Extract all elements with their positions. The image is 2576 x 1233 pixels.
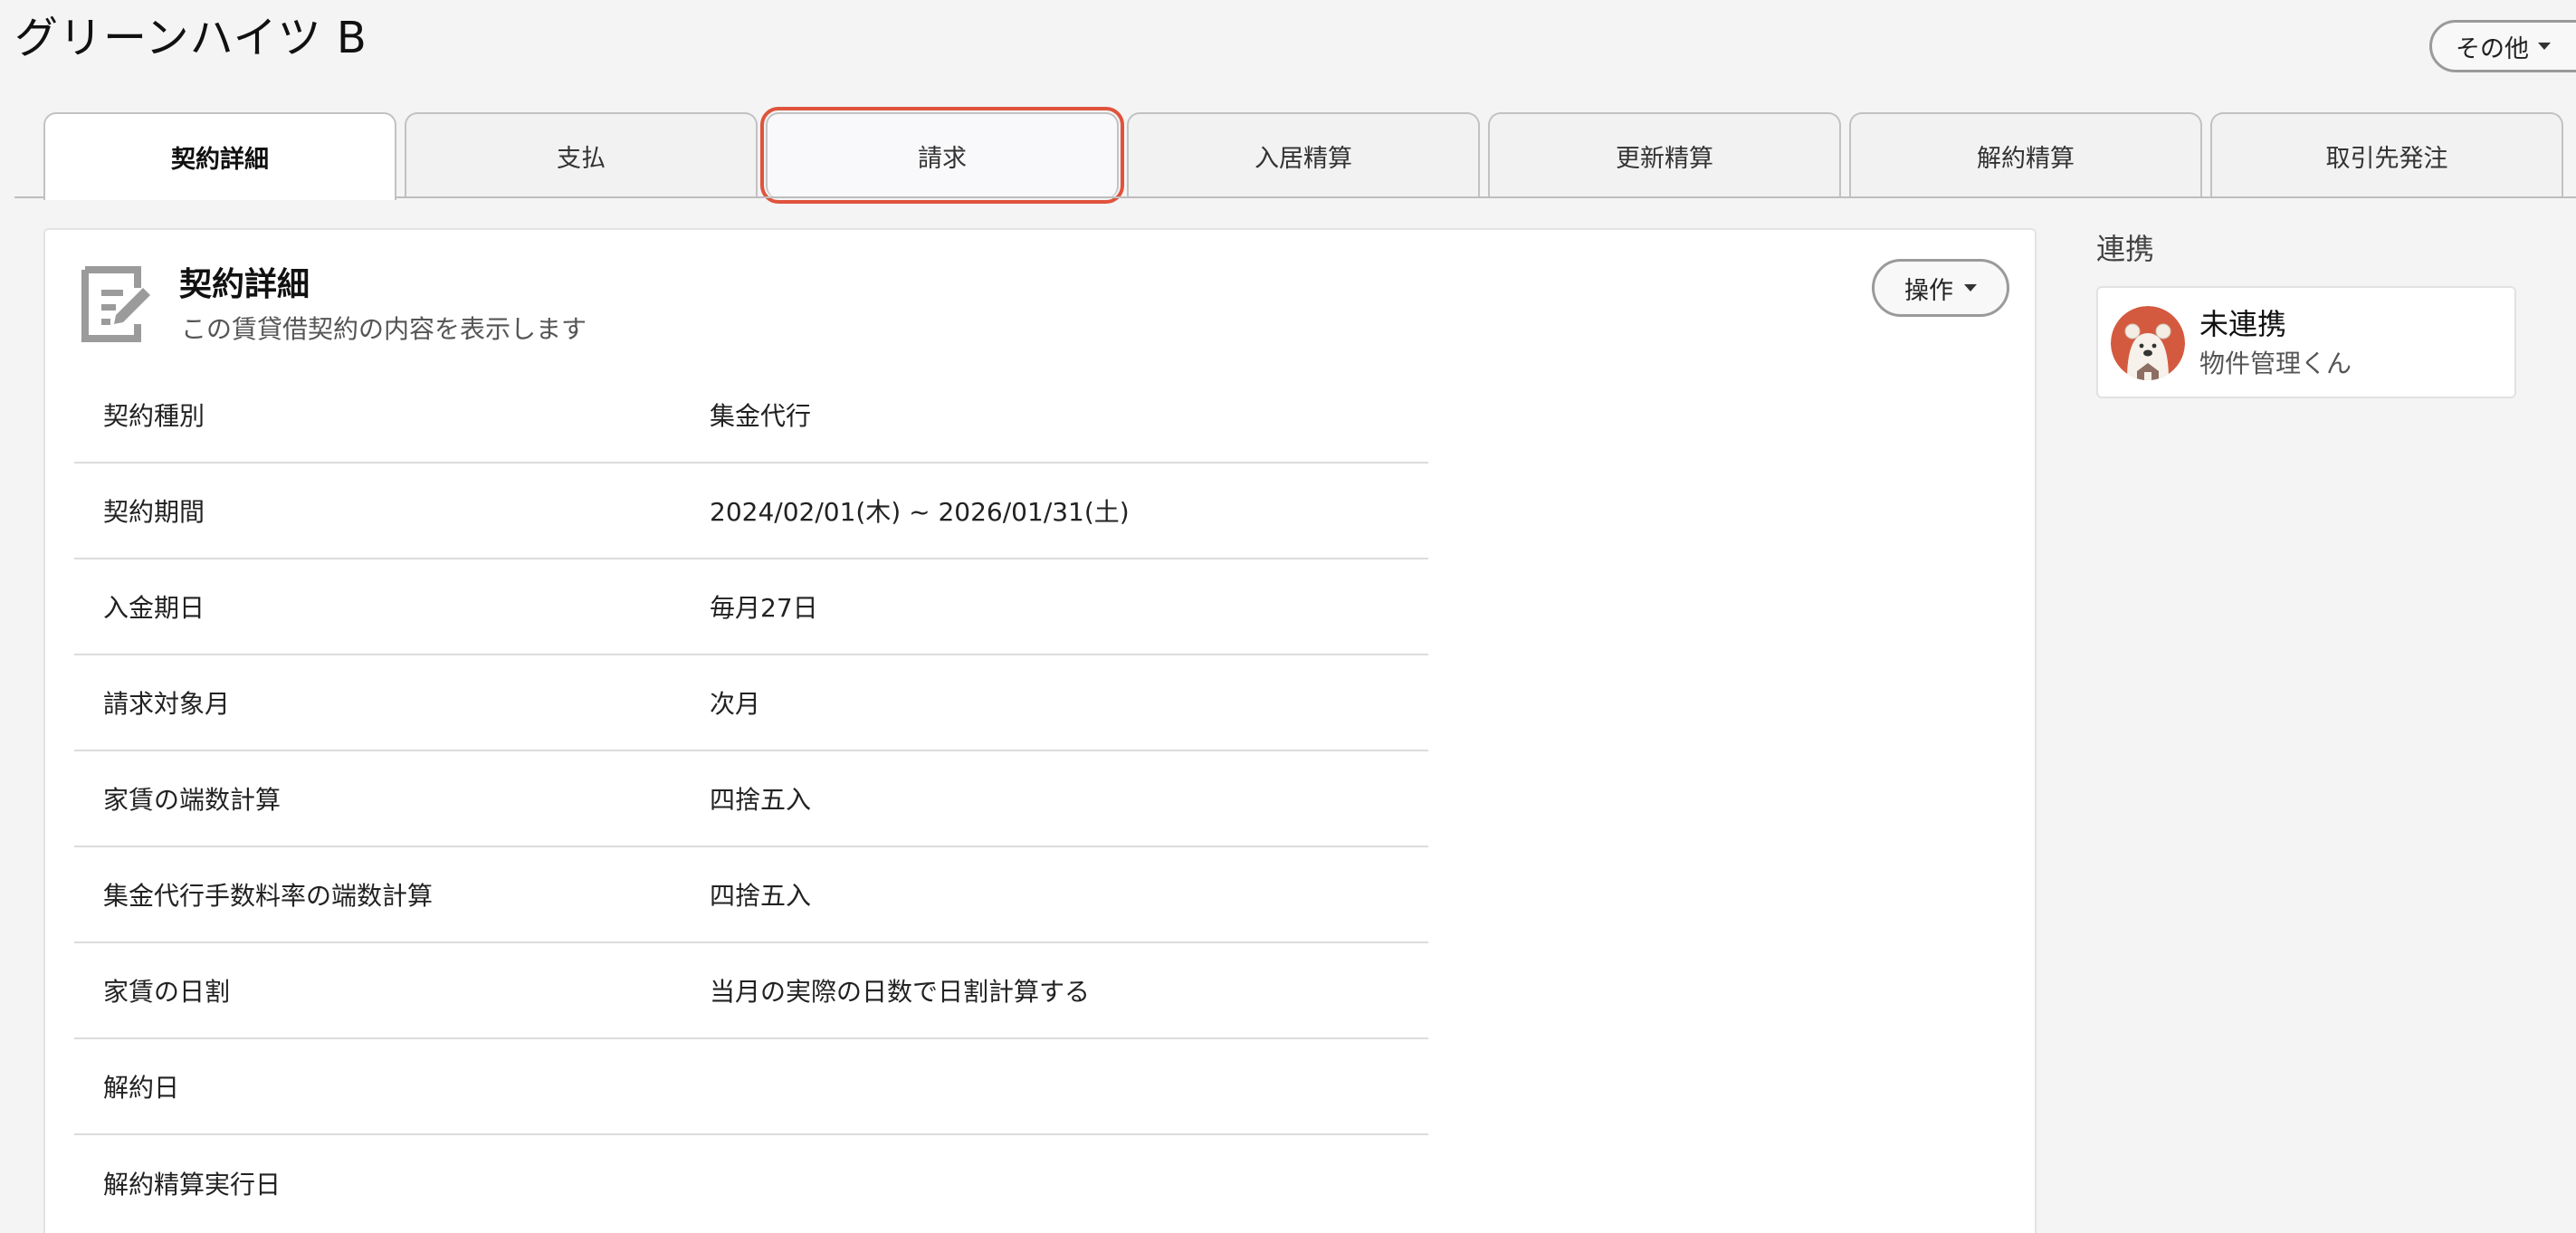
integration-card[interactable]: 未連携 物件管理くん xyxy=(2096,286,2516,398)
tab-label: 取引先発注 xyxy=(2325,145,2448,173)
tab-label: 請求 xyxy=(918,145,967,173)
tab-label: 契約詳細 xyxy=(171,146,269,174)
tab-contract-details[interactable]: 契約詳細 xyxy=(43,112,396,200)
tab-baseline xyxy=(14,196,2576,198)
tab-move-in-settlement[interactable]: 入居精算 xyxy=(1127,112,1480,198)
detail-row: 集金代行手数料率の端数計算 四捨五入 xyxy=(74,847,1428,943)
document-edit-icon xyxy=(81,266,150,342)
operations-button[interactable]: 操作 xyxy=(1872,259,2009,317)
detail-row: 解約日 xyxy=(74,1039,1428,1135)
detail-row: 家賃の端数計算 四捨五入 xyxy=(74,751,1428,847)
detail-value: 四捨五入 xyxy=(710,881,812,911)
operations-label: 操作 xyxy=(1904,276,1953,305)
detail-label: 契約種別 xyxy=(103,401,205,431)
detail-label: 解約精算実行日 xyxy=(103,1170,281,1200)
contract-details-panel: 契約詳細 この賃貸借契約の内容を表示します 操作 契約種別 集金代行 契約期間 … xyxy=(43,228,2037,1233)
detail-value: 2024/02/01(木) ~ 2026/01/31(土) xyxy=(710,497,1130,527)
panel-title: 契約詳細 xyxy=(179,266,310,303)
tab-renewal-settlement[interactable]: 更新精算 xyxy=(1488,112,1841,198)
detail-row: 解約精算実行日 xyxy=(74,1135,1428,1231)
bear-mascot-avatar xyxy=(2111,306,2185,380)
detail-value: 集金代行 xyxy=(710,401,812,431)
tab-label: 解約精算 xyxy=(1977,145,2075,173)
tab-payment[interactable]: 支払 xyxy=(405,112,758,198)
detail-row: 家賃の日割 当月の実際の日数で日割計算する xyxy=(74,943,1428,1039)
other-menu-label: その他 xyxy=(2456,34,2529,63)
detail-row: 請求対象月 次月 xyxy=(74,655,1428,751)
integration-status: 未連携 xyxy=(2199,307,2287,341)
detail-label: 契約期間 xyxy=(103,497,205,527)
detail-label: 家賃の端数計算 xyxy=(103,785,281,815)
detail-row: 契約期間 2024/02/01(木) ~ 2026/01/31(土) xyxy=(74,464,1428,559)
tab-cancellation-settlement[interactable]: 解約精算 xyxy=(1849,112,2202,198)
panel-subtitle: この賃貸借契約の内容を表示します xyxy=(181,314,587,344)
other-menu-button[interactable]: その他 xyxy=(2429,20,2576,72)
detail-value: 当月の実際の日数で日割計算する xyxy=(710,977,1091,1007)
detail-row: 入金期日 毎月27日 xyxy=(74,559,1428,655)
tab-vendor-orders[interactable]: 取引先発注 xyxy=(2210,112,2563,198)
detail-label: 入金期日 xyxy=(103,593,205,623)
caret-down-icon xyxy=(1964,284,1977,292)
detail-label: 請求対象月 xyxy=(103,689,231,719)
integration-heading: 連携 xyxy=(2096,232,2155,266)
detail-label: 解約日 xyxy=(103,1073,180,1103)
detail-value: 四捨五入 xyxy=(710,785,812,815)
detail-label: 家賃の日割 xyxy=(103,977,231,1007)
contract-detail-table: 契約種別 集金代行 契約期間 2024/02/01(木) ~ 2026/01/3… xyxy=(74,368,1428,1231)
detail-row: 契約種別 集金代行 xyxy=(74,368,1428,464)
detail-value: 次月 xyxy=(710,689,761,719)
tab-label: 更新精算 xyxy=(1616,145,1713,173)
tab-billing[interactable]: 請求 xyxy=(760,107,1124,204)
tab-label: 入居精算 xyxy=(1255,145,1352,173)
detail-value: 毎月27日 xyxy=(710,593,818,623)
caret-down-icon xyxy=(2538,43,2551,50)
page-title: グリーンハイツ B xyxy=(14,13,367,63)
integration-service-name: 物件管理くん xyxy=(2199,349,2352,378)
tab-label: 支払 xyxy=(557,145,606,173)
detail-label: 集金代行手数料率の端数計算 xyxy=(103,881,434,911)
